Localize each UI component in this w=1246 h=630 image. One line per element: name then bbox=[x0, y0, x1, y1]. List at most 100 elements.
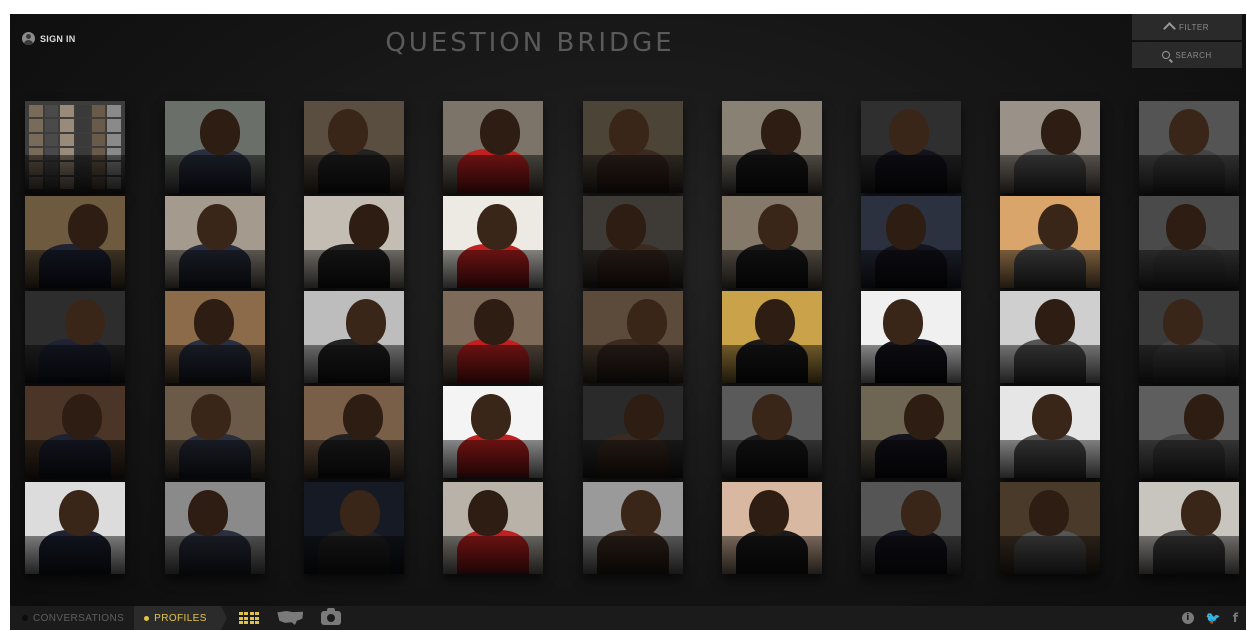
profile-thumbnail[interactable] bbox=[165, 101, 265, 193]
profile-thumbnail[interactable] bbox=[583, 482, 683, 574]
portrait-face bbox=[606, 204, 646, 250]
profile-thumbnail[interactable] bbox=[165, 482, 265, 574]
search-button[interactable]: SEARCH bbox=[1132, 42, 1242, 68]
reflection-shade bbox=[25, 536, 125, 574]
map-view-button[interactable] bbox=[277, 611, 304, 625]
profile-thumbnail[interactable] bbox=[443, 386, 543, 478]
reflection-shade bbox=[861, 440, 961, 478]
bottom-bar: CONVERSATIONS PROFILES i 🐦 f bbox=[10, 606, 1246, 630]
portrait-face bbox=[328, 109, 368, 155]
reflection-shade bbox=[443, 345, 543, 383]
profile-thumbnail[interactable] bbox=[25, 386, 125, 478]
site-logo[interactable]: QUESTION BRIDGE bbox=[10, 28, 1050, 58]
profile-thumbnail[interactable] bbox=[1139, 196, 1239, 288]
profile-thumbnail[interactable] bbox=[861, 482, 961, 574]
profile-thumbnail[interactable] bbox=[861, 101, 961, 193]
info-icon[interactable]: i bbox=[1181, 612, 1194, 624]
profile-thumbnail[interactable] bbox=[583, 386, 683, 478]
profile-thumbnail[interactable] bbox=[304, 291, 404, 383]
reflection-shade bbox=[1000, 440, 1100, 478]
reflection-shade bbox=[25, 250, 125, 288]
reflection-shade bbox=[583, 345, 683, 383]
profile-thumbnail[interactable] bbox=[722, 101, 822, 193]
profile-thumbnail[interactable] bbox=[1139, 291, 1239, 383]
portrait-face bbox=[1169, 109, 1209, 155]
profile-thumbnail[interactable] bbox=[25, 482, 125, 574]
profile-thumbnail[interactable] bbox=[1000, 196, 1100, 288]
profile-grid bbox=[10, 101, 1246, 581]
portrait-face bbox=[624, 394, 664, 440]
reflection-shade bbox=[165, 440, 265, 478]
facebook-icon[interactable]: f bbox=[1233, 611, 1238, 625]
profile-thumbnail[interactable] bbox=[861, 196, 961, 288]
profile-thumbnail[interactable] bbox=[165, 291, 265, 383]
portrait-face bbox=[886, 204, 926, 250]
reflection-shade bbox=[1139, 536, 1239, 574]
profile-thumbnail[interactable] bbox=[443, 196, 543, 288]
reflection-shade bbox=[304, 345, 404, 383]
portrait-face bbox=[62, 394, 102, 440]
profile-thumbnail[interactable] bbox=[165, 386, 265, 478]
profile-thumbnail[interactable] bbox=[165, 196, 265, 288]
portrait-face bbox=[1035, 299, 1075, 345]
portrait-face bbox=[197, 204, 237, 250]
profile-thumbnail[interactable] bbox=[722, 291, 822, 383]
profile-thumbnail[interactable] bbox=[304, 101, 404, 193]
profile-thumbnail[interactable] bbox=[443, 101, 543, 193]
portrait-face bbox=[200, 109, 240, 155]
portrait-face bbox=[1038, 204, 1078, 250]
portrait-face bbox=[1163, 299, 1203, 345]
profile-thumbnail[interactable] bbox=[25, 196, 125, 288]
profile-thumbnail[interactable] bbox=[25, 291, 125, 383]
portrait-face bbox=[1181, 490, 1221, 536]
profile-thumbnail[interactable] bbox=[1139, 101, 1239, 193]
profile-thumbnail[interactable] bbox=[861, 291, 961, 383]
portrait-face bbox=[1184, 394, 1224, 440]
profile-thumbnail[interactable] bbox=[722, 482, 822, 574]
portrait-face bbox=[474, 299, 514, 345]
reflection-shade bbox=[583, 155, 683, 193]
profile-thumbnail[interactable] bbox=[443, 482, 543, 574]
chevron-up-icon bbox=[1163, 22, 1176, 35]
reflection-shade bbox=[1000, 345, 1100, 383]
grid-view-button[interactable] bbox=[238, 612, 260, 624]
profile-thumbnail[interactable] bbox=[1000, 482, 1100, 574]
map-icon bbox=[277, 611, 304, 625]
nav-conversations[interactable]: CONVERSATIONS bbox=[10, 606, 134, 630]
profile-thumbnail[interactable] bbox=[25, 101, 125, 193]
filter-button[interactable]: FILTER bbox=[1132, 14, 1242, 40]
nav-profiles[interactable]: PROFILES bbox=[134, 606, 227, 630]
profile-thumbnail[interactable] bbox=[304, 196, 404, 288]
portrait-face bbox=[627, 299, 667, 345]
portrait-face bbox=[1032, 394, 1072, 440]
reflection-shade bbox=[1139, 440, 1239, 478]
profile-thumbnail[interactable] bbox=[861, 386, 961, 478]
reflection-shade bbox=[583, 536, 683, 574]
profile-thumbnail[interactable] bbox=[304, 482, 404, 574]
portrait-face bbox=[1041, 109, 1081, 155]
reflection-shade bbox=[304, 536, 404, 574]
profile-thumbnail[interactable] bbox=[722, 196, 822, 288]
reflection-shade bbox=[165, 250, 265, 288]
profile-thumbnail[interactable] bbox=[1139, 482, 1239, 574]
profiles-dot-icon bbox=[144, 615, 150, 621]
profiles-label: PROFILES bbox=[154, 612, 207, 624]
profile-thumbnail[interactable] bbox=[1000, 101, 1100, 193]
twitter-icon[interactable]: 🐦 bbox=[1206, 611, 1221, 625]
reflection-shade bbox=[1000, 250, 1100, 288]
reflection-shade bbox=[304, 155, 404, 193]
profile-thumbnail[interactable] bbox=[583, 291, 683, 383]
profile-thumbnail[interactable] bbox=[443, 291, 543, 383]
portrait-face bbox=[904, 394, 944, 440]
profile-thumbnail[interactable] bbox=[583, 196, 683, 288]
reflection-shade bbox=[165, 536, 265, 574]
profile-thumbnail[interactable] bbox=[583, 101, 683, 193]
profile-thumbnail[interactable] bbox=[1000, 386, 1100, 478]
profile-thumbnail[interactable] bbox=[1000, 291, 1100, 383]
filter-label: FILTER bbox=[1179, 22, 1209, 32]
profile-thumbnail[interactable] bbox=[722, 386, 822, 478]
camera-button[interactable] bbox=[321, 608, 342, 625]
profile-thumbnail[interactable] bbox=[1139, 386, 1239, 478]
reflection-shade bbox=[861, 345, 961, 383]
profile-thumbnail[interactable] bbox=[304, 386, 404, 478]
